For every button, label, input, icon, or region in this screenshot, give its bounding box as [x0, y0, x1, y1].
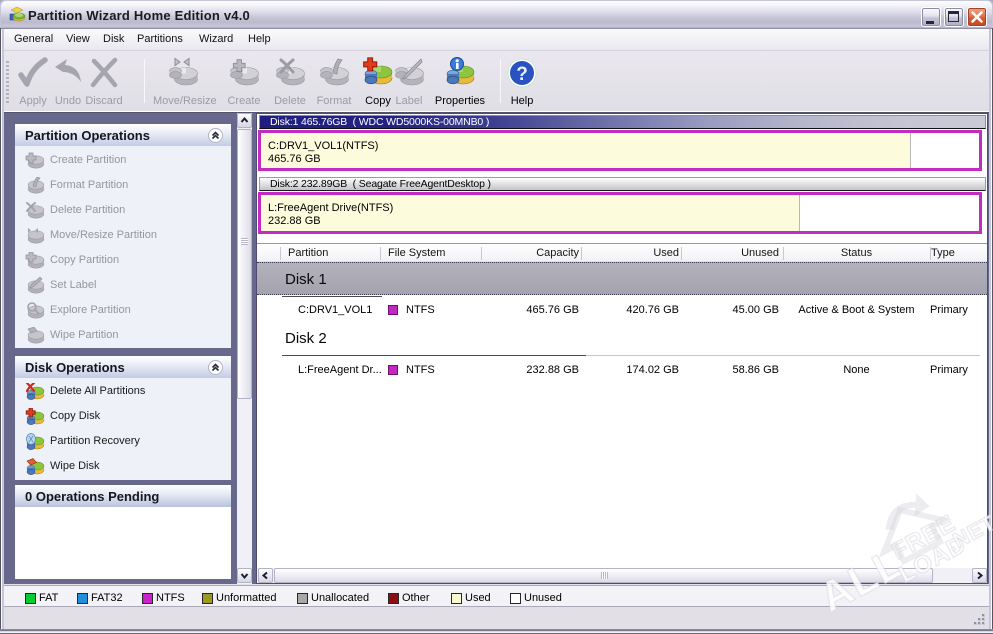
- svg-text:?: ?: [516, 64, 528, 85]
